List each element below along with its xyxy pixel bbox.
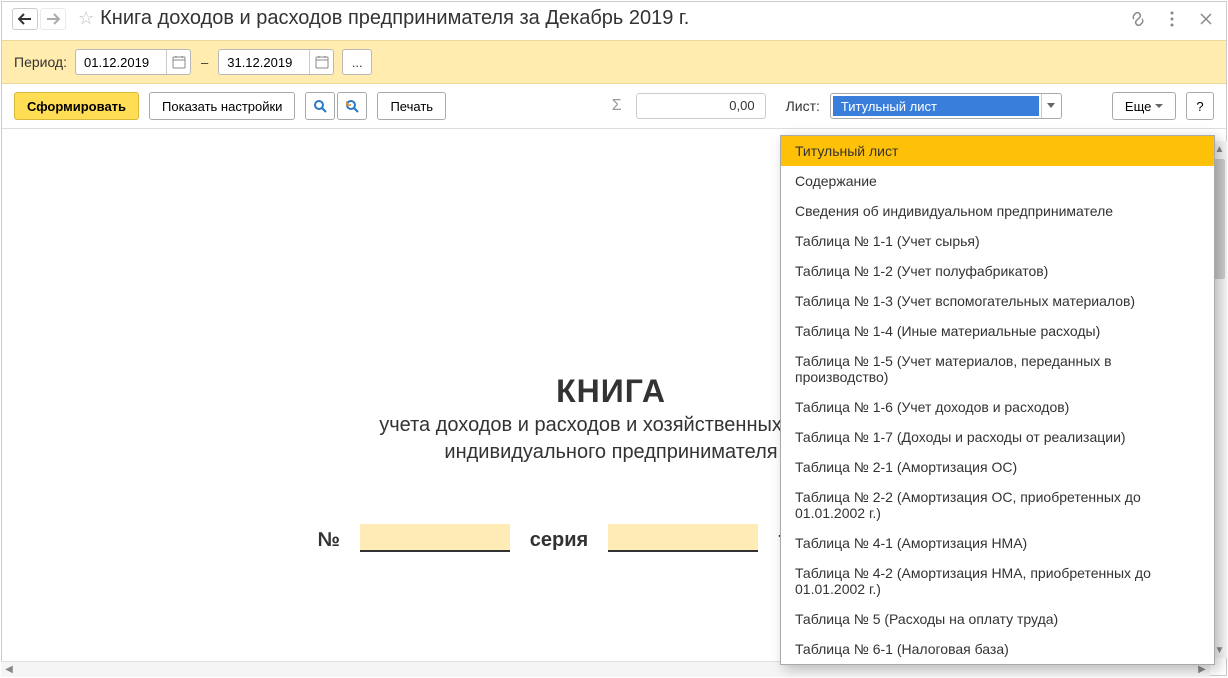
arrow-right-icon bbox=[46, 13, 60, 25]
search-icon bbox=[313, 99, 327, 113]
find-button[interactable] bbox=[305, 92, 335, 120]
calendar-from-icon[interactable] bbox=[166, 50, 190, 74]
date-to-field[interactable] bbox=[218, 49, 334, 75]
forward-button[interactable] bbox=[40, 8, 66, 30]
sheet-option[interactable]: Таблица № 4-1 (Амортизация НМА) bbox=[781, 528, 1214, 558]
scroll-left-icon[interactable]: ◀ bbox=[1, 662, 17, 677]
period-dash: – bbox=[199, 55, 210, 70]
scroll-thumb[interactable] bbox=[1214, 159, 1225, 279]
calendar-to-icon[interactable] bbox=[309, 50, 333, 74]
nav-buttons bbox=[12, 8, 66, 30]
close-icon[interactable] bbox=[1196, 9, 1216, 29]
sheet-option[interactable]: Таблица № 1-4 (Иные материальные расходы… bbox=[781, 316, 1214, 346]
sheet-option[interactable]: Таблица № 4-2 (Амортизация НМА, приобрет… bbox=[781, 558, 1214, 604]
help-button[interactable]: ? bbox=[1186, 92, 1214, 120]
sheet-select-dropdown-button[interactable] bbox=[1041, 94, 1061, 118]
link-icon[interactable] bbox=[1128, 9, 1148, 29]
label-series: серия bbox=[530, 529, 588, 552]
toolbar: Сформировать Показать настройки Печать Σ… bbox=[2, 84, 1226, 128]
field-series[interactable] bbox=[608, 524, 758, 552]
sheet-option[interactable]: Таблица № 2-2 (Амортизация ОС, приобрете… bbox=[781, 482, 1214, 528]
back-button[interactable] bbox=[12, 8, 38, 30]
period-select-button[interactable]: ... bbox=[342, 49, 372, 75]
show-settings-button[interactable]: Показать настройки bbox=[149, 92, 295, 120]
sheet-dropdown[interactable]: Титульный листСодержаниеСведения об инди… bbox=[780, 135, 1215, 665]
print-button[interactable]: Печать bbox=[377, 92, 446, 120]
generate-button[interactable]: Сформировать bbox=[14, 92, 139, 120]
sheet-option[interactable]: Таблица № 1-6 (Учет доходов и расходов) bbox=[781, 392, 1214, 422]
sheet-option[interactable]: Таблица № 1-3 (Учет вспомогательных мате… bbox=[781, 286, 1214, 316]
more-vertical-icon[interactable] bbox=[1162, 9, 1182, 29]
page-title: Книга доходов и расходов предпринимателя… bbox=[100, 7, 1122, 30]
chevron-down-icon bbox=[1047, 103, 1055, 109]
arrow-left-icon bbox=[18, 13, 32, 25]
sheet-option[interactable]: Сведения об индивидуальном предпринимате… bbox=[781, 196, 1214, 226]
sheet-option[interactable]: Содержание bbox=[781, 166, 1214, 196]
sheet-option[interactable]: Таблица № 5 (Расходы на оплату труда) bbox=[781, 604, 1214, 634]
more-label: Еще bbox=[1125, 99, 1151, 114]
refresh-icon bbox=[345, 99, 359, 113]
label-number: № bbox=[317, 529, 339, 552]
date-from-field[interactable] bbox=[75, 49, 191, 75]
sheet-select-value: Титульный лист bbox=[833, 96, 1039, 116]
field-number[interactable] bbox=[360, 524, 510, 552]
sheet-label: Лист: bbox=[786, 98, 820, 114]
period-bar: Период: – ... bbox=[2, 40, 1226, 84]
refresh-button[interactable] bbox=[337, 92, 367, 120]
sheet-option[interactable]: Титульный лист bbox=[781, 136, 1214, 166]
chevron-down-icon bbox=[1155, 104, 1163, 109]
period-label: Период: bbox=[14, 54, 67, 70]
sheet-option[interactable]: Таблица № 6-2 (Прочие расходы) bbox=[781, 664, 1214, 665]
sheet-option[interactable]: Таблица № 2-1 (Амортизация ОС) bbox=[781, 452, 1214, 482]
sheet-select[interactable]: Титульный лист bbox=[830, 93, 1062, 119]
sheet-option[interactable]: Таблица № 1-1 (Учет сырья) bbox=[781, 226, 1214, 256]
titlebar: ☆ Книга доходов и расходов предпринимате… bbox=[2, 2, 1226, 40]
sum-field[interactable]: 0,00 bbox=[636, 93, 766, 119]
sigma-icon: Σ bbox=[612, 97, 626, 115]
sheet-option[interactable]: Таблица № 6-1 (Налоговая база) bbox=[781, 634, 1214, 664]
more-button[interactable]: Еще bbox=[1112, 92, 1176, 120]
sheet-option[interactable]: Таблица № 1-7 (Доходы и расходы от реали… bbox=[781, 422, 1214, 452]
date-to-input[interactable] bbox=[219, 55, 309, 70]
favorite-star-icon[interactable]: ☆ bbox=[78, 8, 94, 29]
sheet-option[interactable]: Таблица № 1-5 (Учет материалов, переданн… bbox=[781, 346, 1214, 392]
titlebar-actions bbox=[1128, 9, 1216, 29]
sheet-option[interactable]: Таблица № 1-2 (Учет полуфабрикатов) bbox=[781, 256, 1214, 286]
date-from-input[interactable] bbox=[76, 55, 166, 70]
